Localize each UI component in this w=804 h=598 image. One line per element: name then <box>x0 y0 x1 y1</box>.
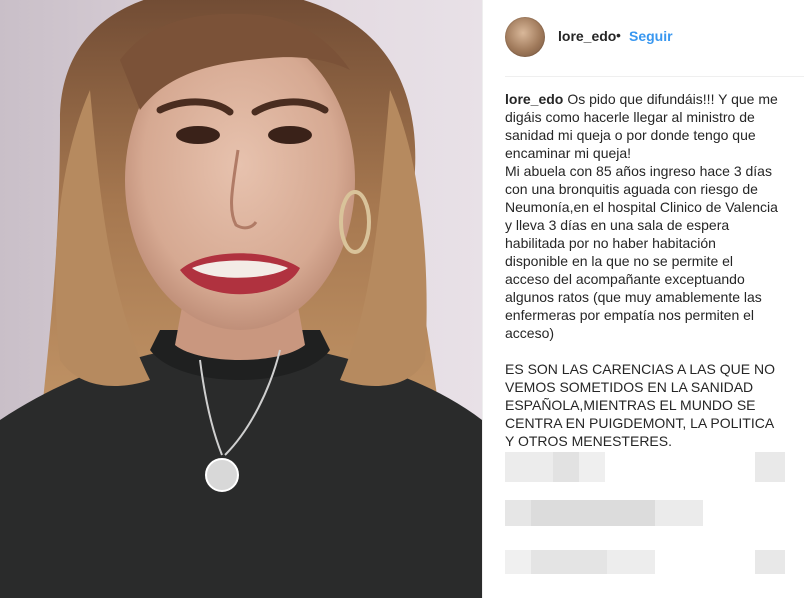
blur-block <box>505 500 531 526</box>
blur-block <box>607 550 655 574</box>
caption-gap <box>505 342 780 360</box>
blur-block <box>755 452 785 482</box>
video-frame-illustration <box>0 0 482 598</box>
post-video[interactable] <box>0 0 482 598</box>
separator-dot: • <box>616 27 621 43</box>
post-header: lore_edo • Seguir <box>483 0 804 77</box>
blur-block <box>531 550 607 574</box>
caption-paragraph-3: ES SON LAS CARENCIAS A LAS QUE NO VEMOS … <box>505 361 775 449</box>
post-sidebar: lore_edo • Seguir lore_edo Os pido que di… <box>482 0 804 598</box>
author-username[interactable]: lore_edo <box>558 28 616 44</box>
blur-block <box>579 452 605 482</box>
blur-block <box>553 452 579 482</box>
post-caption: lore_edo Os pido que difundáis!!! Y que m… <box>505 90 780 450</box>
blur-block <box>505 452 553 482</box>
follow-button[interactable]: Seguir <box>629 28 673 44</box>
blurred-comments <box>505 452 785 598</box>
caption-paragraph-1: lore_edo Os pido que difundáis!!! Y que m… <box>505 90 780 162</box>
blur-block <box>531 500 655 526</box>
blur-block <box>655 500 703 526</box>
header-divider <box>505 76 804 77</box>
avatar[interactable] <box>505 17 545 57</box>
blur-block <box>755 550 785 574</box>
caption-paragraph-2: Mi abuela con 85 años ingreso hace 3 día… <box>505 163 778 341</box>
caption-username[interactable]: lore_edo <box>505 91 563 107</box>
blur-block <box>505 550 531 574</box>
